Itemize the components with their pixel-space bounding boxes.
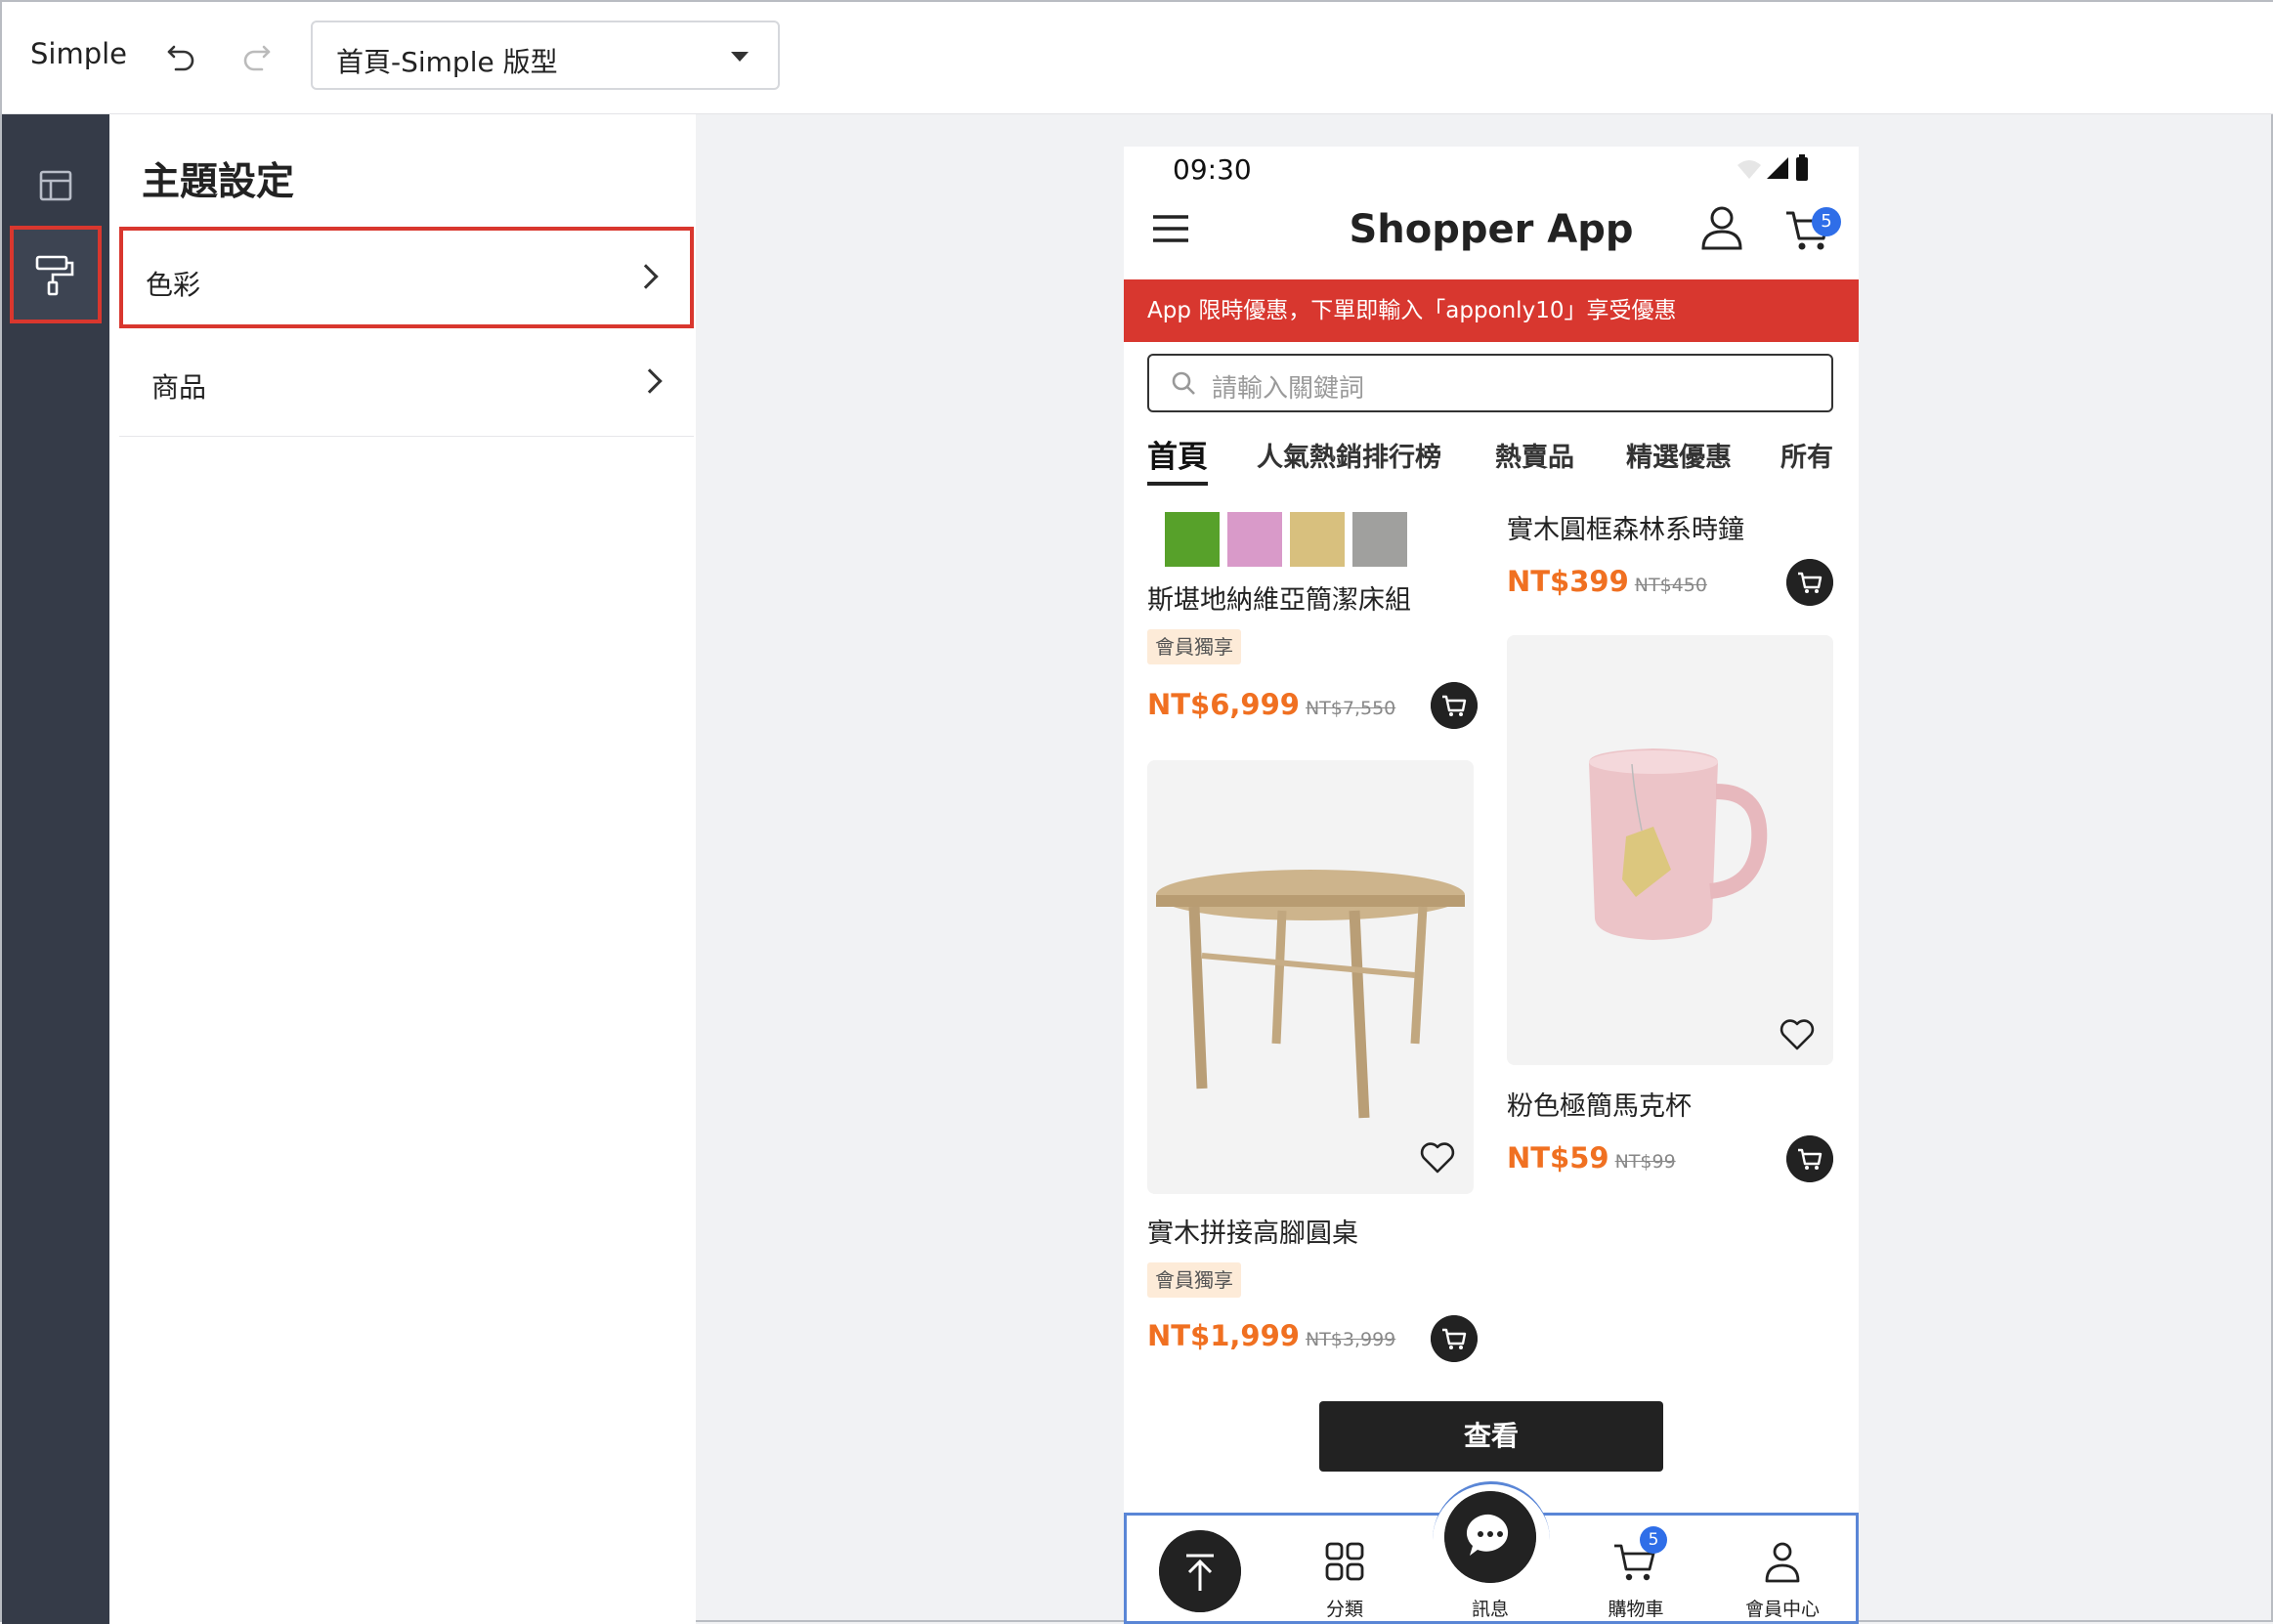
theme-settings-panel: 主題設定 色彩 商品 <box>109 114 696 1624</box>
color-swatch[interactable] <box>1290 512 1345 567</box>
page-selector[interactable]: 首頁-Simple 版型 <box>311 21 780 90</box>
promo-banner[interactable]: App 限時優惠，下單即輸入「apponly10」享受優惠 <box>1124 279 1859 342</box>
price-value: NT$399 <box>1507 565 1629 598</box>
chevron-right-icon <box>637 368 663 394</box>
back-to-top-button[interactable] <box>1159 1530 1241 1612</box>
product-price: NT$1,999 NT$3,999 <box>1147 1319 1395 1352</box>
menu-item-color[interactable]: 色彩 <box>119 227 694 328</box>
category-tabs: 首頁 人氣熱銷排行榜 熱賣品 精選優惠 所有 <box>1124 432 1859 487</box>
rail-theme-button[interactable] <box>10 226 102 323</box>
search-input[interactable]: 請輸入關鍵詞 <box>1147 354 1833 412</box>
nav-member-center[interactable]: 會員中心 <box>1734 1524 1831 1622</box>
tab-deals[interactable]: 精選優惠 <box>1626 436 1732 474</box>
product-price: NT$59 NT$99 <box>1507 1141 1676 1175</box>
layout-icon <box>39 170 72 201</box>
color-swatch[interactable] <box>1352 512 1407 567</box>
heart-icon[interactable] <box>1779 1016 1816 1051</box>
app-bar: Shopper App <box>1124 184 1859 278</box>
app-title: Shopper App <box>1349 207 1634 252</box>
nav-category[interactable]: 分類 <box>1296 1524 1394 1622</box>
top-bar: Simple 首頁-Simple 版型 <box>2 2 2273 114</box>
undo-icon[interactable] <box>164 37 199 72</box>
nav-cart-badge: 5 <box>1640 1526 1667 1554</box>
color-swatch[interactable] <box>1165 512 1220 567</box>
price-value: NT$59 <box>1507 1141 1609 1175</box>
heart-icon[interactable] <box>1419 1139 1456 1175</box>
search-placeholder: 請輸入關鍵詞 <box>1212 374 1365 404</box>
nav-label: 訊息 <box>1471 1599 1509 1620</box>
status-time: 09:30 <box>1173 153 1252 186</box>
product-image-mug[interactable] <box>1507 635 1833 1065</box>
tab-home[interactable]: 首頁 <box>1147 432 1208 486</box>
product-image-table[interactable] <box>1147 760 1474 1194</box>
phone-preview: 09:30 Shopper App 5 App 限時優惠，下單即輸入「appon… <box>1124 147 1859 1624</box>
redo-icon[interactable] <box>238 37 274 72</box>
editor-window: Simple 首頁-Simple 版型 主題設定 色彩 商品 09:30 Sho… <box>0 0 2273 1624</box>
paint-roller-icon <box>35 255 74 296</box>
menu-item-label: 商品 <box>151 371 207 404</box>
menu-item-label: 色彩 <box>146 269 201 301</box>
member-tag: 會員獨享 <box>1147 629 1241 664</box>
mug-image <box>1507 635 1833 1065</box>
product-name[interactable]: 斯堪地納維亞簡潔床組 <box>1147 578 1411 617</box>
product-price: NT$399 NT$450 <box>1507 565 1707 598</box>
search-icon <box>1172 371 1195 395</box>
rail-layout-button[interactable] <box>10 136 102 234</box>
status-icons <box>1737 154 1808 181</box>
add-to-cart-button[interactable] <box>1786 1135 1833 1182</box>
user-icon <box>1765 1542 1800 1583</box>
nav-messages[interactable]: 訊息 <box>1441 1524 1539 1622</box>
original-price: NT$7,550 <box>1305 698 1396 719</box>
app-name: Simple <box>30 37 128 70</box>
tab-hot[interactable]: 熱賣品 <box>1495 436 1574 474</box>
panel-title: 主題設定 <box>142 160 295 204</box>
table-image <box>1147 760 1474 1194</box>
nav-label: 購物車 <box>1608 1599 1664 1620</box>
page-selector-value: 首頁-Simple 版型 <box>336 46 558 78</box>
tab-popular[interactable]: 人氣熱銷排行榜 <box>1257 436 1441 474</box>
product-name[interactable]: 實木圓框森林系時鐘 <box>1507 508 1744 546</box>
product-name[interactable]: 實木拼接高腳圓桌 <box>1147 1212 1358 1250</box>
color-swatch[interactable] <box>1227 512 1282 567</box>
product-price: NT$6,999 NT$7,550 <box>1147 688 1395 721</box>
product-name[interactable]: 粉色極簡馬克杯 <box>1507 1085 1692 1123</box>
cart-icon <box>1614 1544 1655 1581</box>
view-more-button[interactable]: 查看 <box>1319 1401 1663 1472</box>
price-value: NT$6,999 <box>1147 688 1300 721</box>
nav-label: 分類 <box>1325 1599 1363 1620</box>
grid-icon <box>1325 1542 1364 1581</box>
add-to-cart-button[interactable] <box>1431 1315 1478 1362</box>
original-price: NT$3,999 <box>1305 1329 1396 1350</box>
left-rail <box>2 114 109 1624</box>
menu-item-products[interactable]: 商品 <box>119 335 694 437</box>
price-value: NT$1,999 <box>1147 1319 1300 1352</box>
chevron-right-icon <box>633 264 659 289</box>
user-icon[interactable] <box>1700 205 1743 250</box>
add-to-cart-button[interactable] <box>1786 559 1833 606</box>
nav-label: 會員中心 <box>1744 1599 1820 1620</box>
cart-badge: 5 <box>1812 207 1841 236</box>
original-price: NT$99 <box>1614 1151 1676 1173</box>
original-price: NT$450 <box>1634 575 1707 596</box>
nav-cart[interactable]: 購物車 <box>1587 1524 1685 1622</box>
chevron-down-icon <box>731 52 749 62</box>
add-to-cart-button[interactable] <box>1431 682 1478 729</box>
tab-all[interactable]: 所有 <box>1780 436 1833 474</box>
member-tag: 會員獨享 <box>1147 1262 1241 1298</box>
